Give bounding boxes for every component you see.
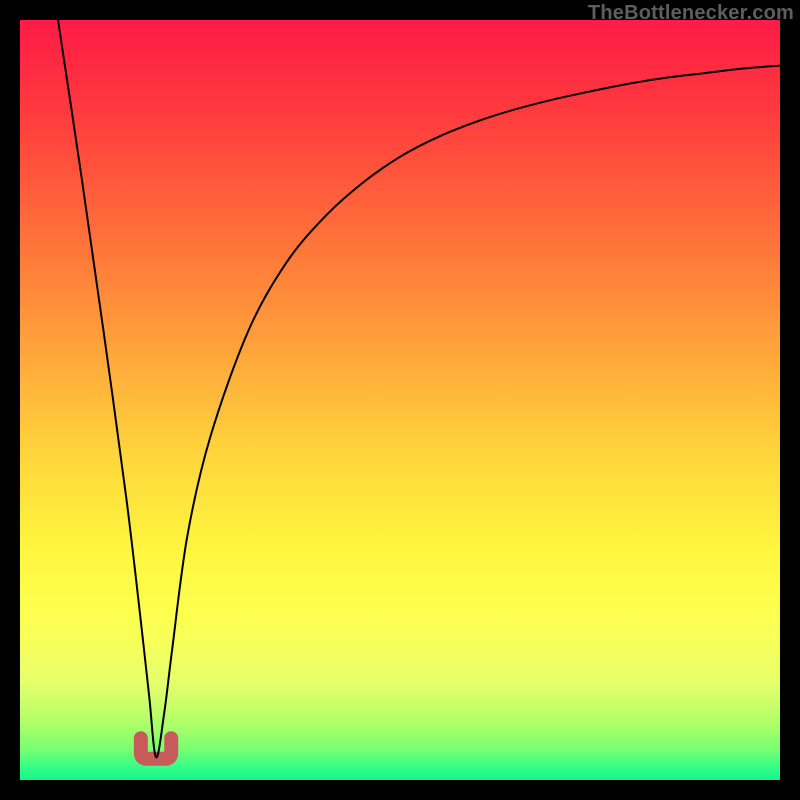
chart-frame: TheBottlenecker.com	[0, 0, 800, 800]
chart-plot-area	[20, 20, 780, 780]
chart-svg	[20, 20, 780, 780]
bottleneck-curve	[58, 20, 780, 757]
